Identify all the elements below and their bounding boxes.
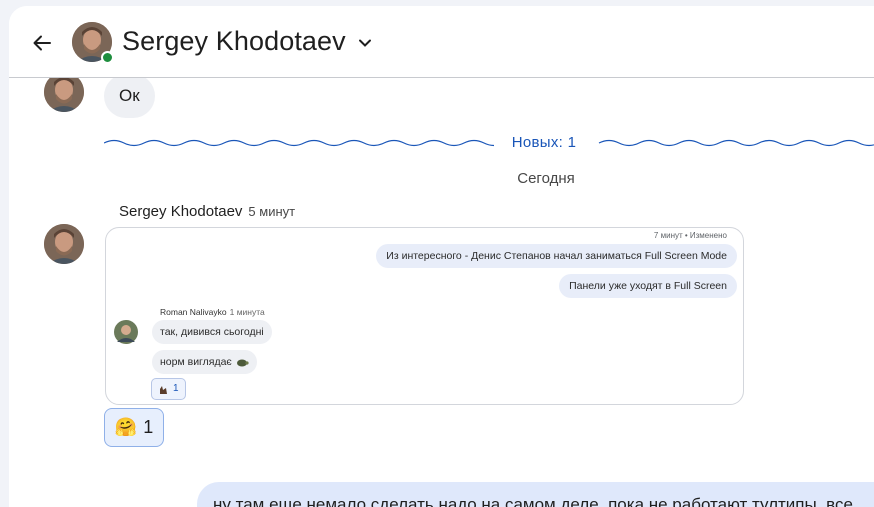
screenshot-message: Из интересного - Денис Степанов начал за… (376, 244, 737, 268)
turtle-icon (236, 359, 249, 367)
screenshot-reaction-count: 1 (173, 383, 179, 394)
message-sender: Sergey Khodotaev 5 минут (119, 203, 295, 220)
avatar-photo (44, 72, 84, 112)
screenshot-avatar (114, 320, 138, 344)
arrow-back-icon (33, 35, 51, 51)
contact-name[interactable]: Sergey Khodotaev (122, 26, 346, 57)
screenshot-sender-name: Roman Nalivayko (160, 307, 227, 317)
sender-name: Sergey Khodotaev (119, 203, 243, 220)
screenshot-attachment[interactable]: 7 минут • Изменено Из интересного - Дени… (105, 227, 744, 405)
contact-menu-button[interactable] (356, 34, 374, 52)
screenshot-sender: Roman Nalivayko 1 минута (160, 307, 265, 317)
screenshot-reaction: 1 (151, 378, 186, 400)
hugging-face-emoji-icon: 🤗 (114, 417, 138, 437)
hand-emoji-icon (160, 385, 167, 394)
sender-avatar[interactable] (44, 224, 84, 264)
screenshot-sender-time: 1 минута (229, 307, 265, 317)
sender-avatar[interactable] (44, 72, 84, 112)
screenshot-message: Панели уже уходят в Full Screen (559, 274, 737, 298)
new-messages-divider (104, 139, 874, 147)
online-status-dot (101, 51, 114, 64)
screenshot-message: так, дивився сьогодні (152, 320, 272, 344)
back-button[interactable] (29, 30, 55, 56)
avatar-photo (114, 320, 138, 344)
contact-avatar[interactable] (72, 22, 114, 64)
new-messages-label: Новых: 1 (494, 134, 594, 151)
message-bubble[interactable]: Ок (104, 74, 155, 118)
chat-panel: Sergey Khodotaev Ок Новых: 1 Сегодня Ser… (9, 6, 874, 507)
reaction-count: 1 (143, 417, 154, 437)
screenshot-message: норм виглядає (152, 350, 257, 374)
date-divider: Сегодня (517, 170, 575, 187)
screenshot-meta: 7 минут • Изменено (653, 231, 727, 240)
reaction-chip[interactable]: 🤗 1 (104, 408, 164, 447)
chevron-down-icon (359, 39, 371, 47)
outgoing-message-bubble[interactable]: ну там еще немало сделать надо на самом … (197, 482, 874, 507)
screenshot-message-text: норм виглядає (160, 356, 232, 368)
message-time: 5 минут (248, 204, 296, 219)
chat-header: Sergey Khodotaev (9, 6, 874, 78)
avatar-photo (44, 224, 84, 264)
